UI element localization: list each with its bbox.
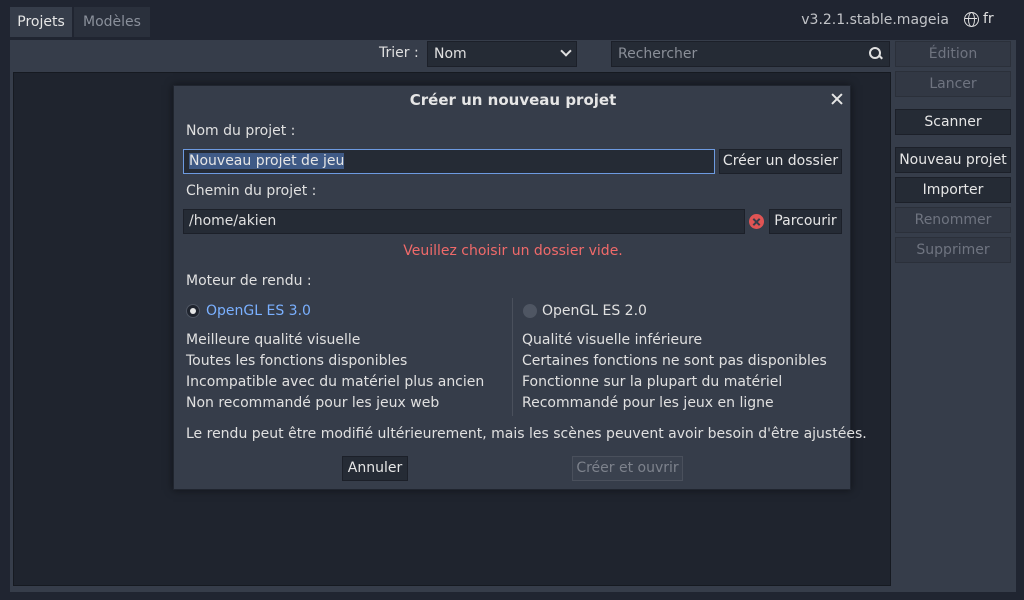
cancel-button[interactable]: Annuler (342, 456, 408, 481)
browse-button[interactable]: Parcourir (769, 209, 842, 234)
es2-feature-2: Certaines fonctions ne sont pas disponib… (522, 353, 827, 369)
radio-opengl-es3[interactable] (186, 304, 200, 318)
language-selector[interactable]: fr (964, 11, 994, 27)
search-placeholder: Rechercher (618, 46, 698, 62)
renderer-note: Le rendu peut être modifié ultérieuremen… (186, 426, 867, 442)
dialog-title: Créer un nouveau projet (409, 91, 617, 109)
project-path-input[interactable]: /home/akien (183, 209, 745, 234)
delete-button[interactable]: Supprimer (895, 237, 1011, 263)
create-folder-button[interactable]: Créer un dossier (719, 149, 842, 174)
tab-projets[interactable]: Projets (10, 7, 72, 37)
close-icon[interactable] (829, 91, 845, 107)
project-manager-window: Projets Modèles v3.2.1.stable.mageia fr … (0, 0, 1024, 600)
create-and-open-button[interactable]: Créer et ouvrir (572, 456, 683, 481)
sort-label: Trier : (379, 45, 419, 61)
create-project-dialog: Créer un nouveau projet Nom du projet : … (173, 85, 867, 490)
edit-button[interactable]: Édition (895, 41, 1011, 67)
error-message: Veuillez choisir un dossier vide. (403, 243, 623, 259)
error-icon (749, 214, 764, 229)
language-label: fr (983, 11, 994, 27)
search-input[interactable]: Rechercher (611, 41, 890, 67)
scan-button[interactable]: Scanner (895, 109, 1011, 135)
es3-feature-2: Toutes les fonctions disponibles (186, 353, 408, 369)
search-icon (869, 47, 881, 59)
version-label: v3.2.1.stable.mageia (801, 12, 949, 28)
sort-value: Nom (434, 46, 467, 62)
renderer-separator (512, 298, 513, 416)
es2-feature-4: Recommandé pour les jeux en ligne (522, 395, 774, 411)
renderer-label: Moteur de rendu : (186, 273, 312, 289)
es3-feature-4: Non recommandé pour les jeux web (186, 395, 440, 411)
rename-button[interactable]: Renommer (895, 207, 1011, 233)
project-path-label: Chemin du projet : (186, 183, 317, 199)
import-button[interactable]: Importer (895, 177, 1011, 203)
project-name-label: Nom du projet : (186, 123, 296, 139)
radio-opengl-es2[interactable] (523, 304, 537, 318)
project-path-value: /home/akien (189, 213, 277, 229)
es2-feature-1: Qualité visuelle inférieure (522, 332, 703, 348)
opengl-es2-label[interactable]: OpenGL ES 2.0 (542, 303, 647, 319)
run-button[interactable]: Lancer (895, 71, 1011, 97)
sort-select[interactable]: Nom (427, 41, 577, 67)
new-project-button[interactable]: Nouveau projet (895, 147, 1011, 173)
opengl-es3-label[interactable]: OpenGL ES 3.0 (206, 303, 311, 319)
project-name-value: Nouveau projet de jeu (189, 153, 345, 169)
globe-icon (964, 11, 979, 27)
es3-feature-1: Meilleure qualité visuelle (186, 332, 361, 348)
tab-modeles[interactable]: Modèles (74, 7, 150, 37)
es3-feature-3: Incompatible avec du matériel plus ancie… (186, 374, 485, 390)
project-name-input[interactable]: Nouveau projet de jeu (183, 149, 715, 174)
es2-feature-3: Fonctionne sur la plupart du matériel (522, 374, 783, 390)
chevron-down-icon (560, 45, 572, 57)
